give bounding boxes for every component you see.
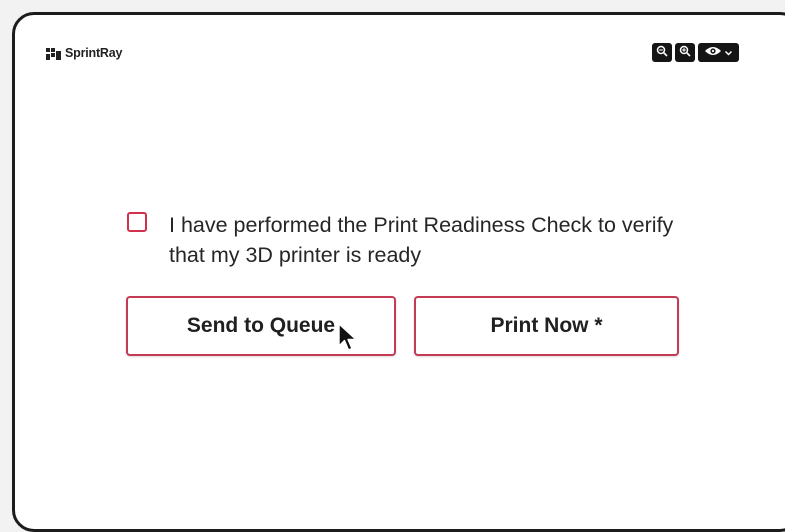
zoom-out-icon — [656, 44, 668, 62]
readiness-confirmation: I have performed the Print Readiness Che… — [127, 210, 709, 270]
view-toolbar — [652, 43, 739, 62]
eye-icon — [704, 44, 722, 62]
brand-name: SprintRay — [65, 46, 123, 60]
readiness-checkbox[interactable] — [127, 212, 147, 232]
brand-logo: SprintRay — [46, 46, 122, 60]
mouse-cursor-icon — [337, 323, 363, 353]
zoom-out-button[interactable] — [652, 43, 672, 62]
sprintray-logo-icon — [46, 47, 62, 60]
print-now-button[interactable]: Print Now * — [414, 296, 679, 356]
zoom-in-icon — [679, 44, 691, 62]
zoom-in-button[interactable] — [675, 43, 695, 62]
chevron-down-icon — [724, 44, 733, 62]
readiness-checkbox-label: I have performed the Print Readiness Che… — [169, 213, 674, 267]
printer-panel: SprintRay I have performed the Print Rea… — [12, 12, 785, 532]
view-mode-dropdown[interactable] — [698, 43, 739, 62]
